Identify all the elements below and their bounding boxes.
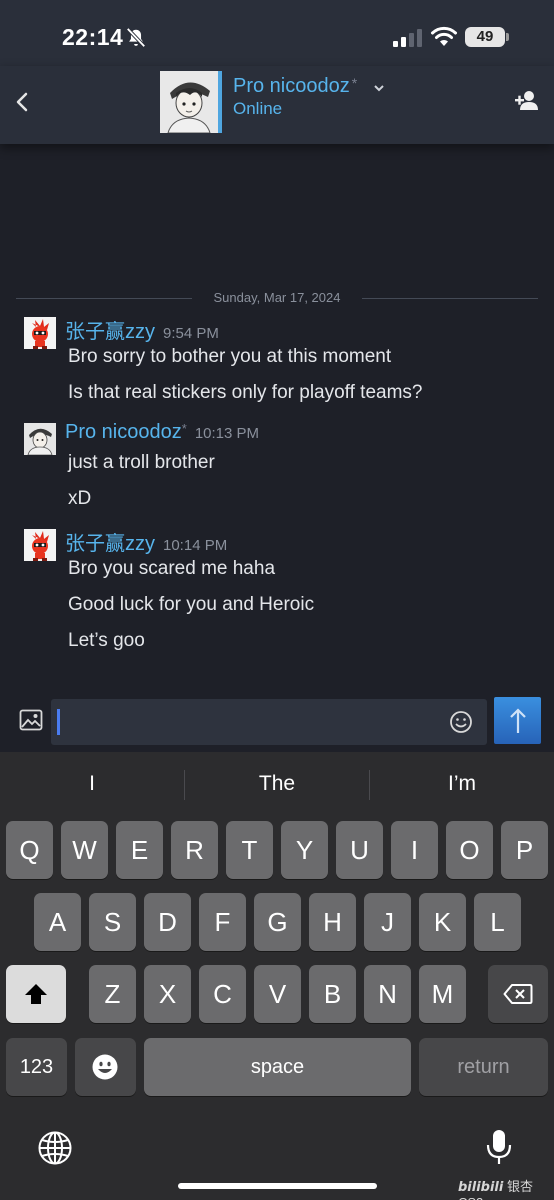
key-h[interactable]: H <box>309 893 356 951</box>
message-time: 10:14 PM <box>163 537 228 554</box>
shift-icon <box>25 984 47 1004</box>
sender-name-text: 张子赢zzy <box>65 321 155 343</box>
microphone-icon[interactable] <box>485 1128 513 1166</box>
numbers-key[interactable]: 123 <box>6 1038 67 1096</box>
sender-name-text: 张子赢zzy <box>65 533 155 555</box>
status-bar: 22:14 49 <box>0 0 554 66</box>
key-p[interactable]: P <box>501 821 548 879</box>
key-x[interactable]: X <box>144 965 191 1023</box>
key-f[interactable]: F <box>199 893 246 951</box>
send-arrow-icon <box>510 708 526 733</box>
status-time: 22:14 <box>62 24 124 50</box>
watermark-brand: bilibili <box>458 1180 504 1195</box>
sender-name[interactable]: Pro nicoodoz* 10:13 PM <box>65 421 259 444</box>
chat-header: Pro nicoodoz * Online <box>0 66 554 144</box>
message-text: Is that real stickers only for playoff t… <box>68 382 423 403</box>
message-text: Good luck for you and Heroic <box>68 594 315 615</box>
composer-bar <box>0 694 554 752</box>
key-u[interactable]: U <box>336 821 383 879</box>
shift-key[interactable] <box>6 965 66 1023</box>
backspace-key[interactable] <box>488 965 548 1023</box>
sender-avatar[interactable] <box>24 317 56 349</box>
battery-icon: 49 <box>465 27 509 47</box>
message-group: Pro nicoodoz* 10:13 PM just a troll broth… <box>24 421 534 523</box>
message-time: 9:54 PM <box>163 325 219 342</box>
return-key[interactable]: return <box>419 1038 548 1096</box>
home-indicator[interactable] <box>178 1183 377 1189</box>
key-k[interactable]: K <box>419 893 466 951</box>
text-caret <box>57 709 60 735</box>
image-icon[interactable] <box>19 708 43 732</box>
key-e[interactable]: E <box>116 821 163 879</box>
message-time: 10:13 PM <box>194 425 260 442</box>
key-g[interactable]: G <box>254 893 301 951</box>
key-s[interactable]: S <box>89 893 136 951</box>
emoji-icon[interactable] <box>449 710 473 734</box>
key-j[interactable]: J <box>364 893 411 951</box>
back-icon[interactable] <box>10 84 38 120</box>
wifi-icon <box>431 26 457 46</box>
key-w[interactable]: W <box>61 821 108 879</box>
contact-name[interactable]: Pro nicoodoz * <box>233 75 357 98</box>
message-input[interactable] <box>51 699 487 745</box>
sender-name[interactable]: 张子赢zzy 9:54 PM <box>65 315 219 344</box>
contact-name-text: Pro nicoodoz <box>233 75 350 97</box>
contact-avatar[interactable] <box>160 71 222 133</box>
suggestion-bar: I The I’m <box>0 752 554 816</box>
space-key[interactable]: space <box>144 1038 411 1096</box>
key-r[interactable]: R <box>171 821 218 879</box>
key-o[interactable]: O <box>446 821 493 879</box>
keyboard: I The I’m Q W E R T Y U I O P A S D F G … <box>0 752 554 1200</box>
message-text: xD <box>68 488 92 509</box>
suggestion[interactable]: I <box>0 772 184 796</box>
key-b[interactable]: B <box>309 965 356 1023</box>
message-text: Let’s goo <box>68 630 145 651</box>
message-text: just a troll brother <box>68 452 215 473</box>
key-l[interactable]: L <box>474 893 521 951</box>
globe-icon[interactable] <box>37 1130 73 1166</box>
key-n[interactable]: N <box>364 965 411 1023</box>
key-q[interactable]: Q <box>6 821 53 879</box>
backspace-icon <box>503 984 533 1004</box>
sender-avatar[interactable] <box>24 529 56 561</box>
sender-name-text: Pro nicoodoz <box>65 421 182 443</box>
message-group: 张子赢zzy 10:14 PM Bro you scared me haha Go… <box>24 529 534 669</box>
key-y[interactable]: Y <box>281 821 328 879</box>
message-text: Bro you scared me haha <box>68 558 276 579</box>
nickname-marker: * <box>351 75 358 91</box>
nickname-marker: * <box>181 421 187 436</box>
key-t[interactable]: T <box>226 821 273 879</box>
sender-avatar[interactable] <box>24 423 56 455</box>
send-button[interactable] <box>494 697 541 744</box>
emoji-key[interactable] <box>75 1038 136 1096</box>
message-group: 张子赢zzy 9:54 PM Bro sorry to bother you at… <box>24 317 534 417</box>
key-d[interactable]: D <box>144 893 191 951</box>
contact-status: Online <box>233 99 283 118</box>
divider <box>362 298 538 299</box>
sender-name[interactable]: 张子赢zzy 10:14 PM <box>65 527 227 556</box>
message-list[interactable]: Sunday, Mar 17, 2024 张子赢zzy 9:54 PM Bro s… <box>0 144 554 694</box>
bell-off-icon <box>126 27 146 48</box>
key-m[interactable]: M <box>419 965 466 1023</box>
key-a[interactable]: A <box>34 893 81 951</box>
suggestion[interactable]: I’m <box>370 772 554 796</box>
key-i[interactable]: I <box>391 821 438 879</box>
message-text: Bro sorry to bother you at this moment <box>68 346 392 367</box>
key-v[interactable]: V <box>254 965 301 1023</box>
watermark: bilibili 银杏CS2 <box>458 1176 554 1200</box>
add-friend-icon[interactable] <box>514 88 540 114</box>
chevron-down-icon[interactable] <box>374 84 384 92</box>
date-separator: Sunday, Mar 17, 2024 <box>16 290 538 306</box>
suggestion[interactable]: The <box>185 772 369 796</box>
signal-icon <box>393 29 422 47</box>
emoji-icon <box>92 1054 118 1080</box>
key-c[interactable]: C <box>199 965 246 1023</box>
key-z[interactable]: Z <box>89 965 136 1023</box>
